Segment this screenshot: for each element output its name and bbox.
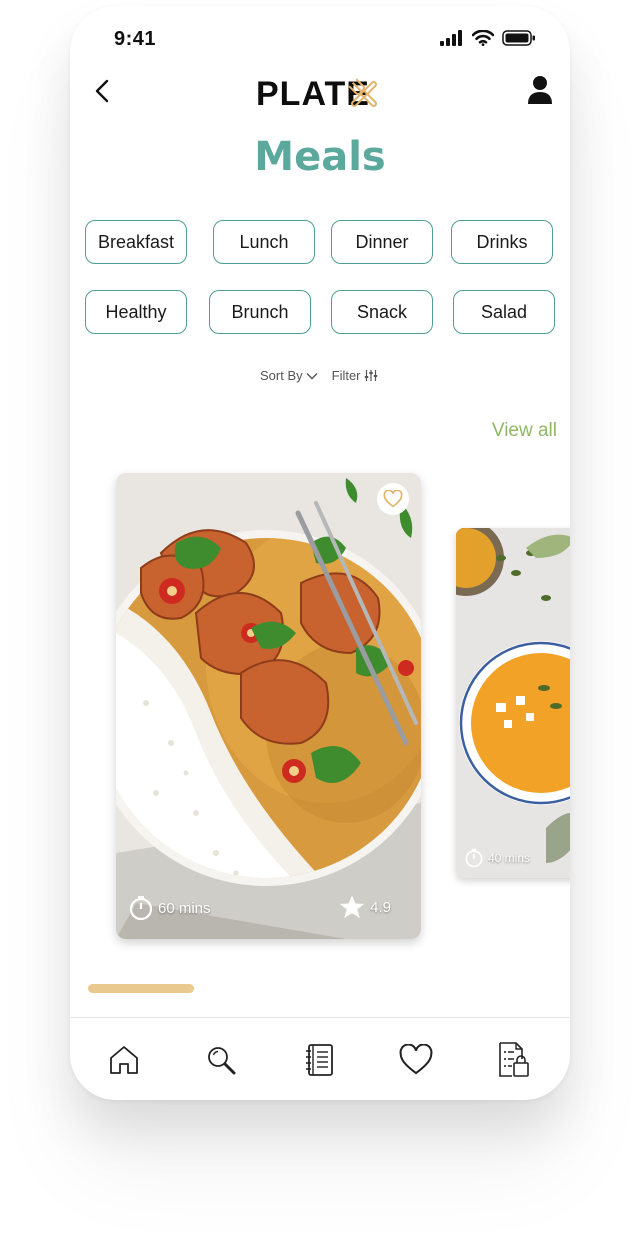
status-icons: [440, 30, 536, 46]
sort-filter-row: Sort By Filter: [260, 368, 378, 383]
bottom-nav-divider: [70, 1017, 570, 1018]
nav-search[interactable]: [201, 1040, 241, 1080]
filter-label: Filter: [331, 368, 361, 383]
chip-healthy[interactable]: Healthy: [85, 290, 187, 334]
card-rating-text: 4.9: [370, 898, 391, 916]
view-all-link[interactable]: View all: [492, 420, 557, 442]
chip-brunch[interactable]: Brunch: [209, 290, 311, 334]
stopwatch-icon: [129, 896, 153, 921]
page-title: Meals: [254, 134, 386, 180]
sort-by-button[interactable]: Sort By: [260, 368, 318, 383]
card-time-text: 60 mins: [158, 899, 211, 917]
pumpkin-soup-image: [456, 528, 570, 878]
heart-icon: [383, 490, 403, 508]
home-icon: [110, 1046, 138, 1074]
shopping-list-icon: [499, 1042, 529, 1077]
nav-shopping-list[interactable]: [494, 1040, 534, 1080]
profile-button[interactable]: [526, 74, 554, 106]
next-card-time: 40 mins: [464, 848, 530, 868]
sort-by-label: Sort By: [260, 368, 303, 383]
recipe-card-featured[interactable]: 60 mins 4.9: [116, 473, 421, 939]
nav-favorites[interactable]: [396, 1040, 436, 1080]
chevron-down-icon: [306, 372, 318, 379]
star-icon: [339, 895, 365, 919]
brand-logo: PLATE: [256, 72, 386, 114]
chip-lunch[interactable]: Lunch: [213, 220, 315, 264]
battery-icon: [502, 30, 535, 46]
chip-drinks[interactable]: Drinks: [451, 220, 553, 264]
sliders-icon: [364, 370, 377, 381]
recipe-book-icon: [306, 1044, 333, 1076]
stopwatch-icon: [465, 848, 483, 868]
back-button[interactable]: [90, 78, 116, 104]
signal-icon: [440, 30, 462, 46]
recipe-card-next[interactable]: 40 mins: [456, 528, 570, 878]
chip-snack[interactable]: Snack: [331, 290, 433, 334]
heart-icon: [399, 1044, 433, 1075]
search-icon: [208, 1047, 236, 1075]
chip-salad[interactable]: Salad: [453, 290, 555, 334]
phone-frame: 9:41 PLATE Meals Breakfast Lunch Dinner …: [70, 6, 570, 1100]
chip-dinner[interactable]: Dinner: [331, 220, 433, 264]
next-card-time-text: 40 mins: [488, 851, 531, 865]
nav-recipes[interactable]: [299, 1040, 339, 1080]
card-time: 60 mins: [128, 895, 211, 921]
chip-breakfast[interactable]: Breakfast: [85, 220, 187, 264]
wifi-icon: [472, 30, 494, 46]
carousel-indicator: [88, 984, 194, 993]
card-rating: 4.9: [338, 893, 391, 921]
curry-shrimp-image: [116, 473, 421, 939]
favorite-button[interactable]: [377, 483, 409, 515]
nav-home[interactable]: [104, 1040, 144, 1080]
filter-button[interactable]: Filter: [332, 368, 378, 383]
svg-text:PLATE: PLATE: [256, 75, 370, 113]
status-time: 9:41: [114, 28, 157, 50]
